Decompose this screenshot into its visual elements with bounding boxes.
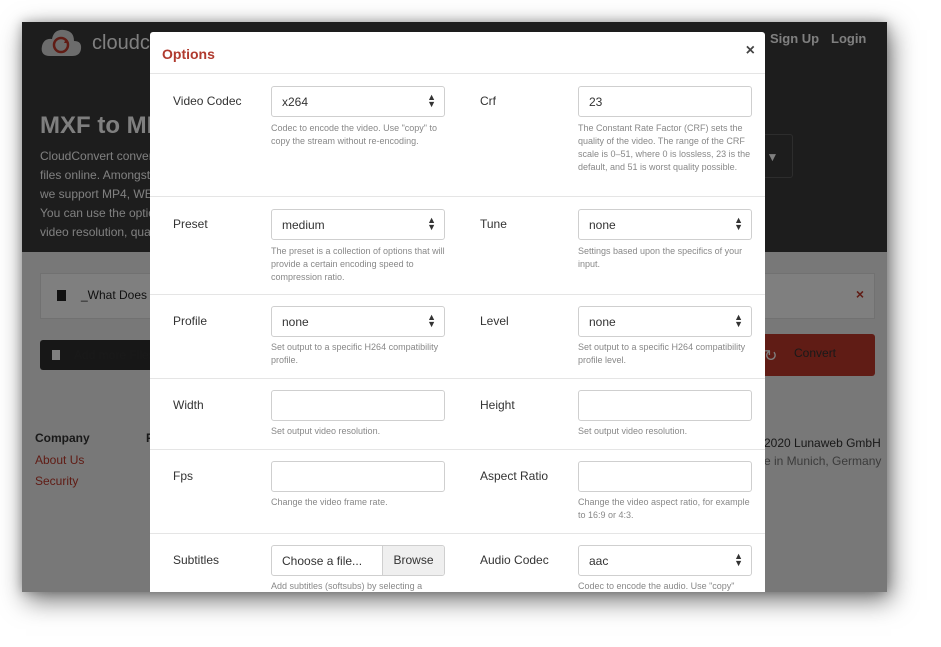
browser-window: cloudconvert Sign Up Login MXF to MP4 Cl… (22, 22, 887, 592)
audio-codec-value: aac (589, 554, 609, 568)
chevron-updown-icon: ▲ ▼ (734, 312, 743, 329)
modal-title: Options (162, 46, 215, 62)
preset-label: Preset (173, 217, 208, 231)
height-input[interactable] (578, 390, 752, 421)
level-select[interactable]: none ▲ ▼ (578, 306, 752, 337)
profile-label: Profile (173, 314, 208, 328)
profile-select[interactable]: none ▲ ▼ (271, 306, 445, 337)
option-row-preset: Preset medium ▲ ▼ The preset is a collect… (150, 197, 765, 295)
audio-codec-select[interactable]: aac ▲ ▼ (578, 545, 752, 576)
video-codec-help: Codec to encode the video. Use "copy" to… (271, 123, 437, 146)
tune-label: Tune (480, 217, 507, 231)
audio-codec-help: Codec to encode the audio. Use "copy" (578, 581, 735, 591)
chevron-updown-icon: ▲ ▼ (427, 215, 436, 232)
crf-help: The Constant Rate Factor (CRF) sets the … (578, 123, 751, 172)
width-input[interactable] (271, 390, 445, 421)
video-codec-value: x264 (282, 95, 309, 109)
video-codec-select[interactable]: x264 ▲ ▼ (271, 86, 445, 117)
subtitles-choose-text: Choose a file... (282, 554, 363, 568)
profile-value: none (282, 315, 309, 329)
crf-value: 23 (589, 95, 603, 109)
aspect-ratio-input[interactable] (578, 461, 752, 492)
fps-help: Change the video frame rate. (271, 497, 388, 507)
crf-input[interactable]: 23 (578, 86, 752, 117)
options-modal: Options × Video Codec x264 ▲ ▼ Codec to e… (150, 32, 765, 592)
modal-header: Options × (150, 32, 765, 74)
video-codec-label: Video Codec (173, 94, 242, 108)
width-label: Width (173, 398, 204, 412)
preset-help: The preset is a collection of options th… (271, 246, 445, 282)
option-row-fps: Fps Change the video frame rate. Aspect … (150, 450, 765, 534)
crf-label: Crf (480, 94, 496, 108)
profile-help: Set output to a specific H264 compatibil… (271, 342, 439, 365)
level-help: Set output to a specific H264 compatibil… (578, 342, 746, 365)
tune-value: none (589, 218, 616, 232)
subtitles-help: Add subtitles (softsubs) by selecting a (271, 581, 423, 591)
fps-input[interactable] (271, 461, 445, 492)
option-row-width: Width Set output video resolution. Heigh… (150, 379, 765, 450)
tune-select[interactable]: none ▲ ▼ (578, 209, 752, 240)
option-row-subtitles: Subtitles Choose a file... Browse Add su… (150, 534, 765, 592)
chevron-updown-icon: ▲ ▼ (734, 215, 743, 232)
option-row-profile: Profile none ▲ ▼ Set output to a specific… (150, 295, 765, 379)
fps-label: Fps (173, 469, 194, 483)
audio-codec-label: Audio Codec (480, 553, 549, 567)
tune-help: Settings based upon the specifics of you… (578, 246, 743, 269)
close-icon[interactable]: × (746, 42, 755, 60)
preset-value: medium (282, 218, 325, 232)
aspect-ratio-label: Aspect Ratio (480, 469, 549, 483)
chevron-updown-icon: ▲ ▼ (734, 551, 743, 568)
option-row-video-codec: Video Codec x264 ▲ ▼ Codec to encode the … (150, 74, 765, 197)
level-label: Level (480, 314, 509, 328)
chevron-updown-icon: ▲ ▼ (427, 312, 436, 329)
level-value: none (589, 315, 616, 329)
browse-button[interactable]: Browse (382, 546, 444, 575)
subtitles-label: Subtitles (173, 553, 220, 567)
chevron-updown-icon: ▲ ▼ (427, 92, 436, 109)
aspect-ratio-help: Change the video aspect ratio, for examp… (578, 497, 750, 520)
width-help: Set output video resolution. (271, 426, 381, 436)
height-help: Set output video resolution. (578, 426, 688, 436)
preset-select[interactable]: medium ▲ ▼ (271, 209, 445, 240)
subtitles-file-input[interactable]: Choose a file... Browse (271, 545, 445, 576)
height-label: Height (480, 398, 515, 412)
